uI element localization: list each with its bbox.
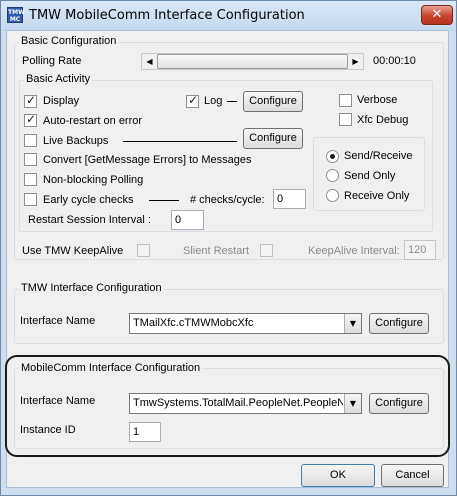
- send-only-label: Send Only: [344, 170, 396, 182]
- convert-errors-label: Convert [GetMessage Errors] to Messages: [43, 154, 252, 166]
- dropdown-arrow-icon[interactable]: ▼: [344, 394, 361, 413]
- polling-rate-slider[interactable]: ◀ ▶: [141, 53, 364, 70]
- tmw-interface-legend: TMW Interface Configuration: [19, 282, 164, 294]
- silent-restart-checkbox[interactable]: [260, 244, 273, 257]
- non-blocking-polling-label: Non-blocking Polling: [43, 174, 144, 186]
- window-title: TMW MobileComm Interface Configuration: [29, 8, 305, 23]
- convert-errors-checkbox[interactable]: [24, 153, 37, 166]
- early-cycle-checks-label: Early cycle checks: [43, 194, 134, 206]
- early-cycle-checks-checkbox[interactable]: [24, 193, 37, 206]
- verbose-label: Verbose: [357, 94, 398, 106]
- tmw-interface-name-dropdown[interactable]: TMailXfc.cTMWMobcXfc ▼: [129, 313, 362, 334]
- live-backups-label: Live Backups: [43, 135, 109, 147]
- silent-restart-label: Slient Restart: [183, 245, 250, 257]
- auto-restart-checkbox[interactable]: [24, 112, 37, 127]
- scroll-left-icon[interactable]: ◀: [142, 54, 157, 69]
- non-blocking-polling-checkbox[interactable]: [24, 173, 37, 186]
- use-keepalive-label: Use TMW KeepAlive: [22, 245, 124, 257]
- send-receive-radio[interactable]: [326, 150, 339, 163]
- restart-session-interval-input[interactable]: 0: [171, 210, 204, 230]
- mobilecomm-interface-name-label: Interface Name: [20, 395, 96, 407]
- restart-session-interval-label: Restart Session Interval :: [28, 214, 151, 226]
- cancel-button[interactable]: Cancel: [381, 464, 444, 487]
- display-label: Display: [43, 95, 80, 107]
- send-only-radio[interactable]: [326, 169, 339, 182]
- app-icon: TMW MC: [7, 7, 25, 23]
- basic-activity-legend: Basic Activity: [24, 73, 93, 85]
- mobilecomm-interface-configure-button[interactable]: Configure: [369, 393, 429, 414]
- tmw-interface-name-value: TMailXfc.cTMWMobcXfc: [133, 317, 254, 329]
- receive-only-label: Receive Only: [344, 190, 410, 202]
- log-label: Log: [204, 95, 223, 107]
- mobilecomm-interface-legend: MobileComm Interface Configuration: [19, 362, 203, 374]
- receive-only-radio[interactable]: [326, 189, 339, 202]
- basic-configuration-legend: Basic Configuration: [19, 35, 119, 47]
- early-cycle-separator-line: [149, 200, 179, 201]
- display-checkbox[interactable]: [24, 93, 37, 108]
- instance-id-label: Instance ID: [20, 424, 76, 436]
- checks-per-cycle-input[interactable]: 0: [273, 189, 306, 209]
- polling-rate-value: 00:00:10: [373, 55, 416, 67]
- auto-restart-label: Auto-restart on error: [43, 115, 143, 127]
- xfc-debug-checkbox[interactable]: [339, 113, 352, 126]
- live-backups-checkbox[interactable]: [24, 134, 37, 147]
- live-backups-separator-line: [123, 141, 237, 142]
- scroll-right-icon[interactable]: ▶: [348, 54, 363, 69]
- dropdown-arrow-icon[interactable]: ▼: [344, 314, 361, 333]
- ok-button[interactable]: OK: [301, 464, 375, 487]
- xfc-debug-label: Xfc Debug: [357, 114, 409, 126]
- close-button[interactable]: ✕: [421, 5, 453, 25]
- dialog-client-area: Basic Configuration Polling Rate ◀ ▶ 00:…: [5, 30, 450, 488]
- tmw-interface-configure-button[interactable]: Configure: [369, 313, 429, 334]
- polling-rate-thumb[interactable]: [157, 54, 348, 69]
- mobilecomm-interface-name-value: TmwSystems.TotalMail.PeopleNet.PeopleNet: [133, 397, 343, 409]
- log-checkbox[interactable]: [186, 93, 199, 108]
- live-backups-configure-button[interactable]: Configure: [243, 128, 303, 149]
- use-keepalive-checkbox[interactable]: [137, 244, 150, 257]
- tmw-interface-name-label: Interface Name: [20, 315, 96, 327]
- verbose-checkbox[interactable]: [339, 94, 352, 107]
- title-bar[interactable]: TMW MC TMW MobileComm Interface Configura…: [1, 1, 456, 31]
- send-receive-label: Send/Receive: [344, 150, 413, 162]
- mobilecomm-interface-name-dropdown[interactable]: TmwSystems.TotalMail.PeopleNet.PeopleNet…: [129, 393, 362, 414]
- log-configure-button[interactable]: Configure: [243, 91, 303, 112]
- instance-id-input[interactable]: 1: [129, 422, 161, 442]
- log-separator-line: [227, 101, 237, 102]
- checks-per-cycle-label: # checks/cycle:: [190, 194, 265, 206]
- keepalive-interval-label: KeepAlive Interval:: [308, 245, 400, 257]
- polling-rate-label: Polling Rate: [22, 55, 82, 67]
- keepalive-interval-input[interactable]: 120: [404, 240, 436, 260]
